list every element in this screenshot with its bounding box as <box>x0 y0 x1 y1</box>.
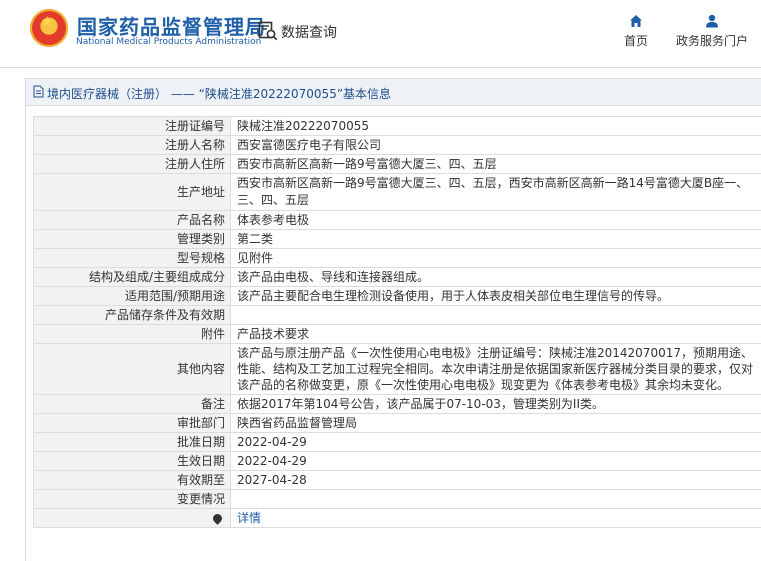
field-label: 生产地址 <box>34 174 231 211</box>
record-panel: 境内医疗器械（注册） —— “陕械注准20222070055”基本信息 注册证编… <box>25 78 761 561</box>
field-label: 其他内容 <box>34 344 231 395</box>
field-label: 结构及组成/主要组成成分 <box>34 268 231 287</box>
pin-icon <box>211 512 224 525</box>
nav-portal-label: 政务服务门户 <box>676 34 748 48</box>
field-label: 附件 <box>34 325 231 344</box>
detail-label-cell <box>34 509 231 528</box>
table-row: 适用范围/预期用途该产品主要配合电生理检测设备使用，用于人体表皮相关部位电生理信… <box>34 287 761 306</box>
table-row: 结构及组成/主要组成成分该产品由电极、导线和连接器组成。 <box>34 268 761 287</box>
org-name-en: National Medical Products Administration <box>76 37 261 47</box>
table-row: 其他内容该产品与原注册产品《一次性使用心电电极》注册证编号：陕械注准201420… <box>34 344 761 395</box>
field-value: 该产品由电极、导线和连接器组成。 <box>231 268 761 287</box>
field-value <box>231 490 761 509</box>
table-row-detail: 详情 <box>34 509 761 528</box>
detail-link[interactable]: 详情 <box>237 511 261 525</box>
field-label: 有效期至 <box>34 471 231 490</box>
org-name-cn[interactable]: 国家药品监督管理局 <box>77 11 266 40</box>
national-emblem-icon: ★ <box>30 9 68 47</box>
record-table: 注册证编号陕械注准20222070055注册人名称西安富德医疗电子有限公司注册人… <box>33 116 761 528</box>
nav-home[interactable]: 首页 <box>618 14 654 49</box>
user-icon <box>705 14 719 28</box>
field-label: 管理类别 <box>34 230 231 249</box>
field-value: 见附件 <box>231 249 761 268</box>
field-value: 产品技术要求 <box>231 325 761 344</box>
home-icon <box>629 14 643 28</box>
table-row: 注册证编号陕械注准20222070055 <box>34 117 761 136</box>
table-row: 批准日期2022-04-29 <box>34 433 761 452</box>
field-label: 注册证编号 <box>34 117 231 136</box>
table-row: 注册人名称西安富德医疗电子有限公司 <box>34 136 761 155</box>
field-value: 该产品主要配合电生理检测设备使用，用于人体表皮相关部位电生理信号的传导。 <box>231 287 761 306</box>
field-label: 注册人住所 <box>34 155 231 174</box>
field-value: 西安市高新区高新一路9号富德大厦三、四、五层，西安市高新区高新一路14号富德大厦… <box>231 174 761 211</box>
table-row: 附件产品技术要求 <box>34 325 761 344</box>
detail-cell: 详情 <box>231 509 761 528</box>
field-value: 第二类 <box>231 230 761 249</box>
table-row: 管理类别第二类 <box>34 230 761 249</box>
table-row: 型号规格见附件 <box>34 249 761 268</box>
table-row: 有效期至2027-04-28 <box>34 471 761 490</box>
field-value: 西安富德医疗电子有限公司 <box>231 136 761 155</box>
field-label: 适用范围/预期用途 <box>34 287 231 306</box>
table-row: 产品储存条件及有效期 <box>34 306 761 325</box>
field-value <box>231 306 761 325</box>
data-query-label: 数据查询 <box>281 22 337 42</box>
field-label: 型号规格 <box>34 249 231 268</box>
header-divider <box>0 67 761 68</box>
document-icon <box>33 85 44 98</box>
field-value: 体表参考电极 <box>231 211 761 230</box>
site-header: ★ 国家药品监督管理局 National Medical Products Ad… <box>0 0 761 68</box>
table-row: 审批部门陕西省药品监督管理局 <box>34 414 761 433</box>
field-value: 2027-04-28 <box>231 471 761 490</box>
table-row: 变更情况 <box>34 490 761 509</box>
table-row: 注册人住所西安市高新区高新一路9号富德大厦三、四、五层 <box>34 155 761 174</box>
nav-home-label: 首页 <box>624 34 648 48</box>
field-value: 该产品与原注册产品《一次性使用心电电极》注册证编号：陕械注准2014207001… <box>231 344 761 395</box>
breadcrumb-text: 境内医疗器械（注册） —— “陕械注准20222070055”基本信息 <box>47 85 391 102</box>
field-label: 变更情况 <box>34 490 231 509</box>
field-label: 注册人名称 <box>34 136 231 155</box>
field-label: 生效日期 <box>34 452 231 471</box>
field-label: 备注 <box>34 395 231 414</box>
field-value: 西安市高新区高新一路9号富德大厦三、四、五层 <box>231 155 761 174</box>
data-query-link[interactable]: 数据查询 <box>258 19 348 43</box>
field-label: 批准日期 <box>34 433 231 452</box>
table-row: 备注依据2017年第104号公告，该产品属于07-10-03，管理类别为II类。 <box>34 395 761 414</box>
field-value: 2022-04-29 <box>231 452 761 471</box>
field-value: 陕西省药品监督管理局 <box>231 414 761 433</box>
field-label: 审批部门 <box>34 414 231 433</box>
search-doc-icon <box>258 21 278 41</box>
field-label: 产品储存条件及有效期 <box>34 306 231 325</box>
field-value: 陕械注准20222070055 <box>231 117 761 136</box>
field-value: 2022-04-29 <box>231 433 761 452</box>
table-row: 产品名称体表参考电极 <box>34 211 761 230</box>
nav-service-portal[interactable]: 政务服务门户 <box>673 14 751 49</box>
breadcrumb: 境内医疗器械（注册） —— “陕械注准20222070055”基本信息 <box>26 79 761 106</box>
field-value: 依据2017年第104号公告，该产品属于07-10-03，管理类别为II类。 <box>231 395 761 414</box>
field-label: 产品名称 <box>34 211 231 230</box>
table-row: 生产地址西安市高新区高新一路9号富德大厦三、四、五层，西安市高新区高新一路14号… <box>34 174 761 211</box>
table-row: 生效日期2022-04-29 <box>34 452 761 471</box>
